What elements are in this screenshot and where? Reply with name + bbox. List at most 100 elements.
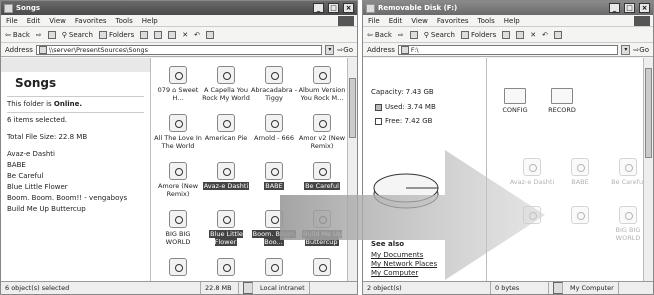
copy-to-icon[interactable] <box>168 30 177 39</box>
address-input[interactable]: \\server\PresentSources\Songs <box>35 44 323 55</box>
menu-bar: File Edit View Favorites Tools Help <box>363 15 653 27</box>
undo-icon[interactable]: ↶ <box>542 31 548 39</box>
menu-help[interactable]: Help <box>504 17 520 25</box>
minimize-button[interactable]: _ <box>609 3 620 13</box>
delete-icon[interactable]: ✕ <box>530 31 536 39</box>
file-label: Amore (New Remix) <box>157 182 199 198</box>
close-button[interactable]: × <box>343 3 354 13</box>
address-input[interactable]: F:\ <box>397 44 619 55</box>
forward-button[interactable]: ⇨ <box>398 31 404 39</box>
menu-file[interactable]: File <box>368 17 380 25</box>
file-label: Arnold - 666 <box>254 134 294 142</box>
folder-record[interactable]: RECORD <box>547 88 577 114</box>
file-item[interactable]: Album Version You Rock M... <box>297 66 347 102</box>
scrollbar-thumb[interactable] <box>349 78 356 138</box>
up-folder-icon[interactable] <box>409 30 418 39</box>
file-item[interactable] <box>153 258 203 278</box>
address-dropdown[interactable]: ▾ <box>325 44 335 55</box>
menu-edit[interactable]: Edit <box>389 17 403 25</box>
delete-icon[interactable]: ✕ <box>182 31 188 39</box>
file-label: Boom. Boom. Boo... <box>251 230 297 246</box>
file-item-selected[interactable]: Be Careful <box>297 162 347 190</box>
file-item[interactable]: Arnold - 666 <box>249 114 299 142</box>
maximize-button[interactable]: □ <box>624 3 635 13</box>
search-button[interactable]: ⚲ Search <box>62 31 93 39</box>
go-button[interactable]: ⇨Go <box>633 46 649 54</box>
minimize-button[interactable]: _ <box>313 3 324 13</box>
audio-file-icon <box>313 210 331 228</box>
menu-tools[interactable]: Tools <box>478 17 495 25</box>
history-icon[interactable] <box>502 30 511 39</box>
selected-file: Avaz-e Dashti <box>7 150 55 158</box>
search-label: Search <box>68 30 93 39</box>
menu-favorites[interactable]: Favorites <box>437 17 469 25</box>
back-button[interactable]: ⇦ Back <box>5 31 30 39</box>
undo-icon[interactable]: ↶ <box>194 31 200 39</box>
see-also-section: See also My Documents My Network Places … <box>371 238 437 278</box>
drag-ghost-item <box>555 206 605 226</box>
disk-usage-pie-icon <box>373 173 439 209</box>
close-button[interactable]: × <box>639 3 650 13</box>
ghost-label: BIG BIG WORLD <box>615 226 641 242</box>
file-item[interactable]: A Capella You Rock My World <box>201 66 251 102</box>
file-item[interactable]: All The Love In The World <box>153 114 203 150</box>
address-dropdown[interactable]: ▾ <box>621 44 631 55</box>
file-item[interactable]: 079 ⌂ Sweet H... <box>153 66 203 102</box>
file-item[interactable]: BIG BIG WORLD <box>153 210 203 246</box>
ghost-label: Avaz-e Dashti <box>509 178 555 186</box>
back-arrow-icon: ⇦ <box>5 30 11 39</box>
audio-file-icon <box>169 66 187 84</box>
file-item-selected[interactable]: Avaz-e Dashti <box>201 162 251 190</box>
go-button[interactable]: ⇨Go <box>337 46 353 54</box>
file-item[interactable]: Amore (New Remix) <box>153 162 203 198</box>
maximize-button[interactable]: □ <box>328 3 339 13</box>
divider <box>7 112 144 113</box>
menu-tools[interactable]: Tools <box>116 17 133 25</box>
history-icon[interactable] <box>140 30 149 39</box>
scrollbar-thumb[interactable] <box>645 68 652 158</box>
forward-button[interactable]: ⇨ <box>36 31 42 39</box>
link-my-computer[interactable]: My Computer <box>371 269 437 278</box>
audio-file-icon <box>571 158 589 176</box>
vertical-scrollbar[interactable] <box>347 58 357 281</box>
title-bar[interactable]: Removable Disk (F:) _ □ × <box>363 1 653 15</box>
search-button[interactable]: ⚲ Search <box>424 31 455 39</box>
file-item[interactable]: Amor v2 (New Remix) <box>297 114 347 150</box>
audio-file-icon <box>217 210 235 228</box>
menu-help[interactable]: Help <box>142 17 158 25</box>
back-button[interactable]: ⇦ Back <box>367 31 392 39</box>
file-item-selected[interactable]: Build Me Up Buttercup <box>297 210 347 246</box>
link-my-network-places[interactable]: My Network Places <box>371 260 437 269</box>
removable-disk-window: Removable Disk (F:) _ □ × File Edit View… <box>362 0 654 295</box>
vertical-scrollbar[interactable] <box>643 58 653 281</box>
file-label: Abracadabra - Tiggy <box>250 86 298 102</box>
up-folder-icon[interactable] <box>47 30 56 39</box>
file-item-selected[interactable]: Blue Little Flower <box>201 210 251 246</box>
move-to-icon[interactable] <box>516 30 525 39</box>
file-item[interactable] <box>249 258 299 278</box>
menu-file[interactable]: File <box>6 17 18 25</box>
file-label: Be Careful <box>304 182 340 190</box>
file-item-selected[interactable]: Boom. Boom. Boo... <box>249 210 299 246</box>
file-item[interactable] <box>297 258 347 278</box>
selected-file: Be Careful <box>7 172 44 180</box>
menu-edit[interactable]: Edit <box>27 17 41 25</box>
menu-favorites[interactable]: Favorites <box>75 17 107 25</box>
file-item-selected[interactable]: BABE <box>249 162 299 190</box>
folders-button[interactable]: Folders <box>98 30 134 39</box>
link-my-documents[interactable]: My Documents <box>371 251 437 260</box>
views-icon[interactable] <box>205 30 214 39</box>
selected-file: Build Me Up Buttercup <box>7 205 86 213</box>
file-item[interactable]: American Pie <box>201 114 251 142</box>
file-item[interactable]: Abracadabra - Tiggy <box>249 66 299 102</box>
file-item[interactable] <box>201 258 251 278</box>
move-to-icon[interactable] <box>154 30 163 39</box>
menu-view[interactable]: View <box>411 17 428 25</box>
used-space-row: Used: 3.74 MB <box>375 103 478 111</box>
title-bar[interactable]: Songs _ □ × <box>1 1 357 15</box>
folders-button[interactable]: Folders <box>460 30 496 39</box>
folder-config[interactable]: CONFIG <box>500 88 530 114</box>
views-icon[interactable] <box>553 30 562 39</box>
task-pane: Songs This folder is Online. 6 items sel… <box>1 58 151 281</box>
menu-view[interactable]: View <box>49 17 66 25</box>
